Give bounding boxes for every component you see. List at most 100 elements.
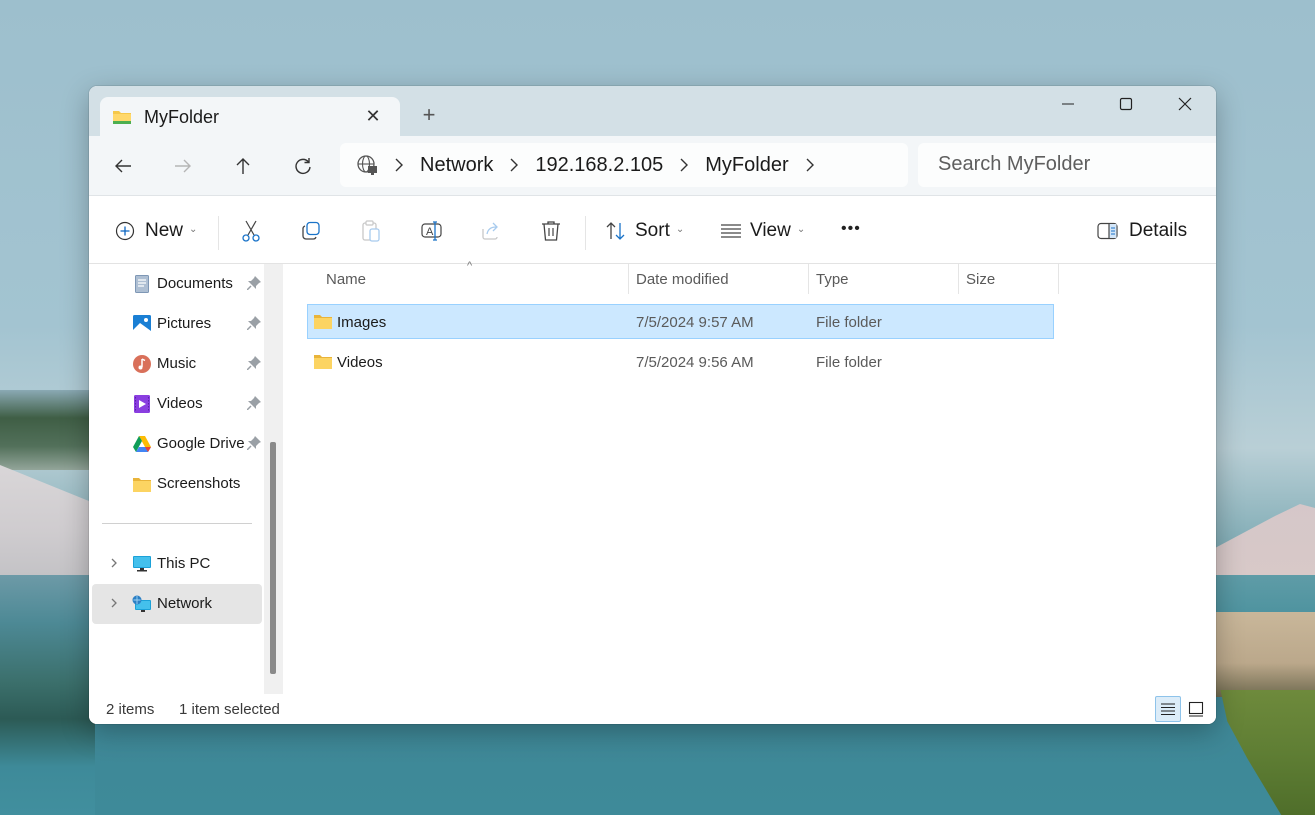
- file-list: Name ^ Date modified Type Size Images 7/…: [283, 260, 1216, 694]
- folder-icon: [133, 478, 151, 492]
- more-options-button[interactable]: •••: [841, 214, 861, 244]
- tiles-view-button[interactable]: [1183, 696, 1209, 722]
- file-type: File folder: [816, 314, 882, 331]
- wallpaper-hill: [0, 465, 95, 575]
- paste-icon: [362, 220, 380, 242]
- pin-icon[interactable]: [247, 276, 261, 290]
- chevron-right-icon[interactable]: [677, 158, 691, 172]
- selection-count: 1 item selected: [179, 701, 280, 718]
- close-button[interactable]: [1162, 92, 1208, 116]
- cut-button[interactable]: [241, 216, 261, 246]
- share-button[interactable]: [481, 216, 501, 246]
- column-divider[interactable]: [808, 264, 809, 294]
- chevron-right-icon[interactable]: [392, 158, 406, 172]
- search-input[interactable]: [938, 153, 1208, 176]
- plus-circle-icon: [115, 221, 135, 241]
- pin-icon[interactable]: [247, 316, 261, 330]
- sidebar-scrollbar-thumb[interactable]: [270, 442, 276, 674]
- toolbar-divider: [585, 216, 586, 250]
- wallpaper-water-right: [1215, 575, 1315, 615]
- details-pane-button[interactable]: Details: [1097, 216, 1187, 246]
- up-button[interactable]: [229, 152, 257, 180]
- details-pane-icon: [1097, 222, 1118, 240]
- address-bar[interactable]: Network 192.168.2.105 MyFolder: [340, 143, 908, 187]
- paste-button[interactable]: [361, 216, 381, 246]
- breadcrumb-myfolder[interactable]: MyFolder: [705, 154, 788, 177]
- new-tab-icon[interactable]: +: [419, 104, 439, 126]
- sidebar-item-label: Network: [157, 595, 213, 612]
- column-header-size[interactable]: Size: [966, 264, 995, 294]
- sidebar-item-screenshots[interactable]: Screenshots: [92, 464, 262, 504]
- sidebar-item-label: Videos: [157, 395, 203, 412]
- column-header-type[interactable]: Type: [816, 264, 849, 294]
- minimize-button[interactable]: [1045, 92, 1091, 116]
- chevron-right-icon[interactable]: [108, 596, 120, 610]
- rename-button[interactable]: A: [421, 216, 443, 246]
- forward-button[interactable]: [169, 152, 197, 180]
- chevron-right-icon[interactable]: [507, 158, 521, 172]
- details-view-button[interactable]: [1155, 696, 1181, 722]
- sort-icon: [606, 222, 625, 240]
- tab-myfolder[interactable]: MyFolder ✕: [100, 97, 400, 137]
- wallpaper-grass: [1215, 612, 1315, 697]
- sidebar-item-network[interactable]: Network: [92, 584, 262, 624]
- videos-icon: [134, 395, 150, 413]
- arrow-left-icon: [115, 159, 131, 173]
- item-count: 2 items: [106, 701, 155, 718]
- chevron-right-icon[interactable]: [803, 158, 817, 172]
- folder-icon: [113, 111, 131, 124]
- breadcrumb-network[interactable]: Network: [420, 154, 493, 177]
- sidebar-item-label: Music: [157, 355, 197, 372]
- sort-label: Sort: [635, 220, 670, 241]
- copy-icon: [302, 221, 320, 240]
- sidebar-item-google-drive[interactable]: Google Drive: [92, 424, 262, 464]
- chevron-down-icon: ⌄: [796, 223, 806, 235]
- share-icon: [482, 222, 498, 240]
- file-row[interactable]: Videos 7/5/2024 9:56 AM File folder: [308, 345, 1055, 380]
- sidebar-scrollbar[interactable]: [264, 264, 283, 694]
- folder-icon: [314, 315, 332, 329]
- sidebar-item-label: This PC: [157, 555, 211, 572]
- sidebar-item-videos[interactable]: Videos: [92, 384, 262, 424]
- network-globe-icon: [357, 155, 377, 175]
- scissors-icon: [242, 220, 260, 242]
- column-header-date[interactable]: Date modified: [636, 264, 729, 294]
- navigation-pane: Documents Pictures Music Videos Google D…: [89, 264, 283, 694]
- file-row[interactable]: Images 7/5/2024 9:57 AM File folder: [307, 304, 1054, 339]
- maximize-icon: [1119, 97, 1133, 111]
- delete-button[interactable]: [541, 216, 561, 246]
- sidebar-item-this-pc[interactable]: This PC: [92, 544, 262, 584]
- column-divider[interactable]: [1058, 264, 1059, 294]
- column-header-name[interactable]: Name: [326, 264, 366, 294]
- chevron-down-icon: ⌄: [189, 223, 198, 235]
- pictures-icon: [133, 315, 151, 333]
- sort-button[interactable]: Sort ⌄: [605, 216, 684, 246]
- svg-text:A: A: [426, 226, 434, 238]
- copy-button[interactable]: [301, 216, 321, 246]
- view-label: View: [750, 220, 791, 241]
- chevron-down-icon: ⌄: [675, 223, 685, 235]
- maximize-button[interactable]: [1103, 92, 1149, 116]
- sidebar-item-music[interactable]: Music: [92, 344, 262, 384]
- sidebar-item-pictures[interactable]: Pictures: [92, 304, 262, 344]
- new-button[interactable]: New ⌄: [115, 216, 197, 246]
- breadcrumb-host[interactable]: 192.168.2.105: [535, 154, 663, 177]
- column-divider[interactable]: [958, 264, 959, 294]
- wallpaper-mountain: [1215, 504, 1315, 580]
- sidebar-item-label: Documents: [157, 275, 233, 292]
- tab-close-icon[interactable]: ✕: [362, 105, 384, 127]
- sidebar-item-documents[interactable]: Documents: [92, 264, 262, 304]
- file-date: 7/5/2024 9:57 AM: [636, 314, 754, 331]
- column-divider[interactable]: [628, 264, 629, 294]
- view-button[interactable]: View ⌄: [720, 216, 805, 246]
- chevron-right-icon[interactable]: [108, 556, 120, 570]
- status-bar: 2 items 1 item selected: [89, 694, 1216, 724]
- refresh-button[interactable]: [289, 152, 317, 180]
- title-bar: MyFolder ✕ +: [89, 86, 1216, 137]
- search-box[interactable]: [918, 143, 1216, 187]
- pin-icon[interactable]: [247, 396, 261, 410]
- back-button[interactable]: [109, 152, 137, 180]
- folder-icon: [314, 355, 332, 369]
- pin-icon[interactable]: [247, 356, 261, 370]
- pin-icon[interactable]: [247, 436, 261, 450]
